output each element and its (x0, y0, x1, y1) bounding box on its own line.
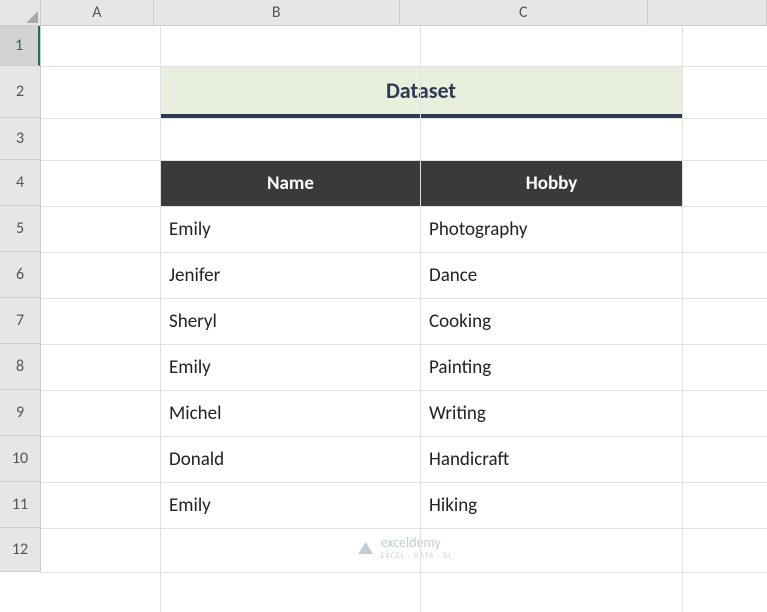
gridline-row (41, 436, 767, 437)
table-header-row: Name Hobby (161, 161, 683, 207)
gridline-row (41, 118, 767, 119)
select-all-corner[interactable] (0, 0, 41, 26)
select-all-icon (26, 11, 38, 23)
row-header-8[interactable]: 8 (0, 344, 40, 390)
cell-hobby[interactable]: Painting (421, 345, 683, 391)
row-header-2[interactable]: 2 (0, 66, 40, 118)
row-header-1[interactable]: 1 (0, 26, 40, 66)
cell-hobby[interactable]: Hiking (421, 483, 683, 529)
table-row: EmilyPainting (161, 345, 683, 391)
col-header-blank[interactable] (648, 0, 767, 25)
cell-grid[interactable]: Dataset Name Hobby EmilyPhotographyJenif… (41, 26, 767, 612)
dataset-title-text: Dataset (386, 77, 456, 104)
col-header-C[interactable]: C (400, 0, 648, 25)
cell-hobby[interactable]: Writing (421, 391, 683, 437)
cell-name[interactable]: Emily (161, 207, 421, 253)
gridline-row (41, 528, 767, 529)
gridline-col (160, 26, 161, 612)
row-header-6[interactable]: 6 (0, 252, 40, 298)
cell-name[interactable]: Donald (161, 437, 421, 483)
col-header-B[interactable]: B (154, 0, 400, 25)
watermark-icon (357, 539, 375, 557)
gridline-row (41, 206, 767, 207)
col-name-header[interactable]: Name (161, 161, 421, 207)
cell-hobby[interactable]: Handicraft (421, 437, 683, 483)
gridline-col (682, 26, 683, 612)
row-header-11[interactable]: 11 (0, 482, 40, 528)
cell-name[interactable]: Sheryl (161, 299, 421, 345)
gridline-row (41, 344, 767, 345)
gridline-row (41, 572, 767, 573)
row-header-10[interactable]: 10 (0, 436, 40, 482)
table-row: MichelWriting (161, 391, 683, 437)
col-hobby-header[interactable]: Hobby (421, 161, 683, 207)
watermark-brand: exceldemy (381, 534, 441, 551)
table-row: EmilyPhotography (161, 207, 683, 253)
gridline-row (41, 160, 767, 161)
row-header-3[interactable]: 3 (0, 118, 40, 160)
spreadsheet: ABC 123456789101112 Dataset Name Hobby E… (0, 0, 767, 612)
gridline-row (41, 390, 767, 391)
cell-name[interactable]: Emily (161, 345, 421, 391)
gridline-row (41, 252, 767, 253)
row-header-9[interactable]: 9 (0, 390, 40, 436)
gridline-row (41, 66, 767, 67)
table-row: JeniferDance (161, 253, 683, 299)
row-header-4[interactable]: 4 (0, 160, 40, 206)
gridline-col (420, 26, 421, 612)
row-header-5[interactable]: 5 (0, 206, 40, 252)
col-hobby-label: Hobby (526, 172, 578, 195)
dataset-title: Dataset (160, 66, 682, 118)
row-header-12[interactable]: 12 (0, 528, 40, 572)
watermark-tagline: EXCEL · DATA · BI (381, 551, 452, 561)
gridline-row (41, 298, 767, 299)
table-row: EmilyHiking (161, 483, 683, 529)
column-headers: ABC (41, 0, 767, 26)
cell-hobby[interactable]: Photography (421, 207, 683, 253)
watermark-text: exceldemy EXCEL · DATA · BI (381, 534, 452, 561)
cell-hobby[interactable]: Cooking (421, 299, 683, 345)
cell-name[interactable]: Jenifer (161, 253, 421, 299)
gridline-row (41, 482, 767, 483)
table-row: SherylCooking (161, 299, 683, 345)
cell-name[interactable]: Michel (161, 391, 421, 437)
cell-name[interactable]: Emily (161, 483, 421, 529)
col-name-label: Name (267, 172, 314, 195)
table-row: DonaldHandicraft (161, 437, 683, 483)
watermark: exceldemy EXCEL · DATA · BI (357, 534, 452, 561)
row-headers: 123456789101112 (0, 26, 41, 572)
cell-hobby[interactable]: Dance (421, 253, 683, 299)
row-header-7[interactable]: 7 (0, 298, 40, 344)
col-header-A[interactable]: A (41, 0, 154, 25)
